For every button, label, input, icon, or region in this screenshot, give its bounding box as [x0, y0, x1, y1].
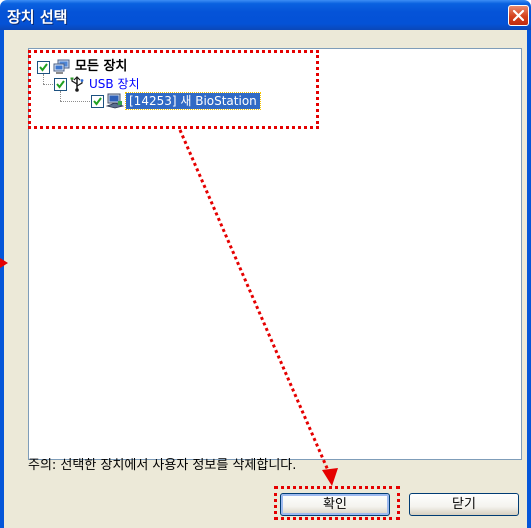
annotation-left-arrow — [0, 258, 8, 268]
annotation-arrow — [178, 129, 338, 486]
